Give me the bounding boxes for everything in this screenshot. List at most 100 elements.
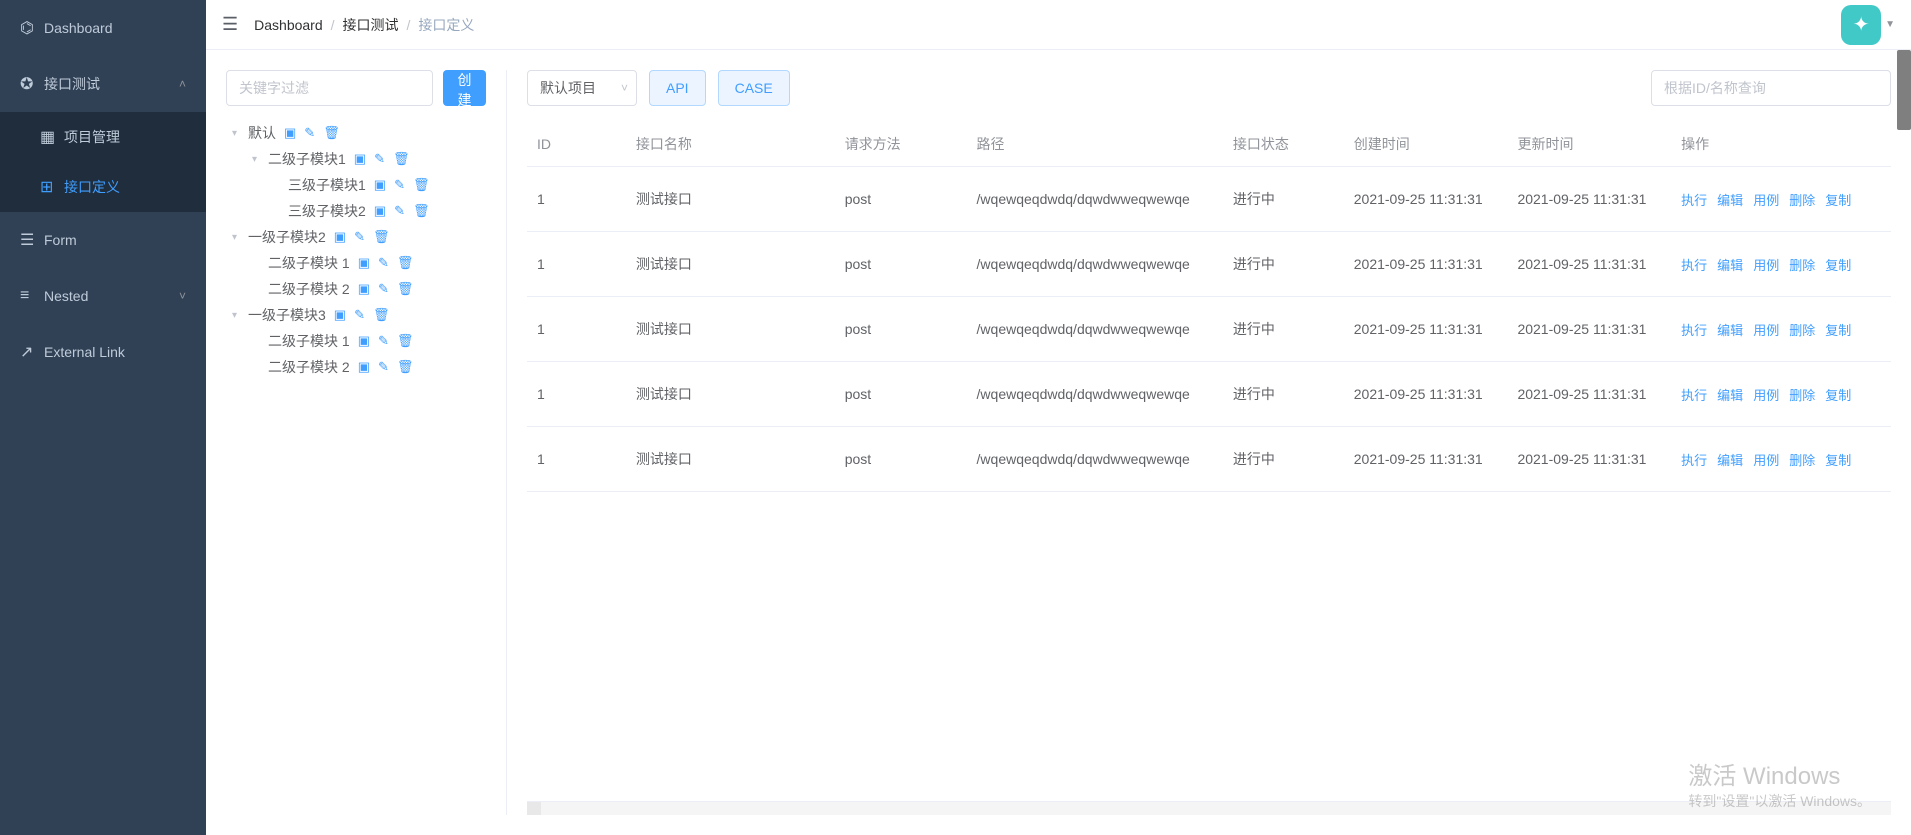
horizontal-scrollbar[interactable] (527, 801, 1891, 815)
sidebar-item-api-define[interactable]: ⊞ 接口定义 (0, 162, 206, 212)
op-复制[interactable]: 复制 (1825, 453, 1851, 468)
tree-edit-icon[interactable]: ✎ (378, 255, 389, 271)
op-复制[interactable]: 复制 (1825, 258, 1851, 273)
op-编辑[interactable]: 编辑 (1717, 453, 1743, 468)
sidebar-item-nested[interactable]: ≡ Nested ˅ (0, 268, 206, 324)
tree-folder-icon[interactable]: ▣ (358, 359, 370, 375)
tree-folder-icon[interactable]: ▣ (334, 229, 346, 245)
op-编辑[interactable]: 编辑 (1717, 258, 1743, 273)
tree-folder-icon[interactable]: ▣ (334, 307, 346, 323)
tree-edit-icon[interactable]: ✎ (378, 333, 389, 349)
tree-node[interactable]: 三级子模块2 ▣ ✎ 🗑 (226, 198, 486, 224)
tree-delete-icon[interactable]: 🗑 (397, 281, 414, 297)
tree-edit-icon[interactable]: ✎ (354, 229, 365, 245)
op-用例[interactable]: 用例 (1753, 258, 1779, 273)
tree-folder-icon[interactable]: ▣ (284, 125, 296, 141)
op-复制[interactable]: 复制 (1825, 388, 1851, 403)
tree-folder-icon[interactable]: ▣ (374, 177, 386, 193)
sidebar-item-form[interactable]: ☰ Form (0, 212, 206, 268)
table-cell: 2021-09-25 11:31:31 (1507, 427, 1671, 492)
op-执行[interactable]: 执行 (1681, 453, 1707, 468)
tree-caret-icon[interactable] (232, 310, 244, 321)
breadcrumb-separator: / (407, 17, 411, 33)
tree-node[interactable]: 二级子模块 2▣✎🗑 (226, 354, 486, 380)
search-input[interactable] (1651, 70, 1891, 106)
project-select[interactable]: 默认项目 ˅ (527, 70, 637, 106)
tree-folder-icon[interactable]: ▣ (374, 203, 386, 219)
tree-node[interactable]: 一级子模块3▣✎🗑 (226, 302, 486, 328)
user-menu[interactable]: ✦ ▼ (1841, 5, 1895, 45)
api-button[interactable]: API (649, 70, 706, 106)
op-用例[interactable]: 用例 (1753, 323, 1779, 338)
sidebar-item-api-test[interactable]: ✪ 接口测试 ˄ (0, 56, 206, 112)
table-wrap[interactable]: ID接口名称请求方法路径接口状态创建时间更新时间操作 1测试接口post/wqe… (527, 122, 1891, 801)
tree-edit-icon[interactable]: ✎ (354, 307, 365, 323)
tree-node[interactable]: 二级子模块 1▣✎🗑 (226, 328, 486, 354)
op-删除[interactable]: 删除 (1789, 323, 1815, 338)
tree-delete-icon[interactable]: 🗑 (413, 203, 430, 219)
tree-folder-icon[interactable]: ▣ (354, 151, 366, 167)
op-执行[interactable]: 执行 (1681, 323, 1707, 338)
op-用例[interactable]: 用例 (1753, 388, 1779, 403)
create-api-button[interactable]: 创建接口 (443, 70, 486, 106)
tree-edit-icon[interactable]: ✎ (394, 177, 405, 193)
page-scrollbar-thumb[interactable] (1897, 50, 1911, 130)
op-用例[interactable]: 用例 (1753, 453, 1779, 468)
op-编辑[interactable]: 编辑 (1717, 193, 1743, 208)
tree-delete-icon[interactable]: 🗑 (397, 359, 414, 375)
tree-delete-icon[interactable]: 🗑 (323, 125, 340, 141)
op-复制[interactable]: 复制 (1825, 323, 1851, 338)
hamburger-icon[interactable]: ☰ (222, 14, 238, 35)
table-cell: 1 (527, 232, 626, 297)
op-编辑[interactable]: 编辑 (1717, 388, 1743, 403)
tree-node-label: 三级子模块2 (288, 201, 366, 221)
breadcrumb-separator: / (331, 17, 335, 33)
tree-node[interactable]: 默认▣✎🗑 (226, 120, 486, 146)
tree-edit-icon[interactable]: ✎ (378, 281, 389, 297)
tree-filter-input[interactable] (226, 70, 433, 106)
op-用例[interactable]: 用例 (1753, 193, 1779, 208)
tree-caret-icon[interactable] (232, 232, 244, 243)
op-执行[interactable]: 执行 (1681, 258, 1707, 273)
op-删除[interactable]: 删除 (1789, 388, 1815, 403)
tree-caret-icon[interactable] (232, 128, 244, 139)
sidebar-item-external-link[interactable]: ↗ External Link (0, 324, 206, 380)
table-header-cell: 操作 (1671, 122, 1891, 167)
tree-folder-icon[interactable]: ▣ (358, 255, 370, 271)
op-复制[interactable]: 复制 (1825, 193, 1851, 208)
tree-node[interactable]: 二级子模块 1▣✎🗑 (226, 250, 486, 276)
tree-delete-icon[interactable]: 🗑 (373, 229, 390, 245)
tree-caret-icon[interactable] (252, 154, 264, 165)
tree-node-actions: ▣ ✎ 🗑 (374, 177, 430, 193)
tree-edit-icon[interactable]: ✎ (304, 125, 315, 141)
tree-edit-icon[interactable]: ✎ (378, 359, 389, 375)
tree-edit-icon[interactable]: ✎ (394, 203, 405, 219)
breadcrumb-item[interactable]: Dashboard (254, 17, 323, 33)
case-button[interactable]: CASE (718, 70, 790, 106)
tree-delete-icon[interactable]: 🗑 (413, 177, 430, 193)
tree-delete-icon[interactable]: 🗑 (373, 307, 390, 323)
tree-node[interactable]: 二级子模块 2▣✎🗑 (226, 276, 486, 302)
sidebar-item-dashboard[interactable]: ⌬ Dashboard (0, 0, 206, 56)
tree-node-actions: ▣ ✎ 🗑 (358, 359, 414, 375)
tree-folder-icon[interactable]: ▣ (358, 333, 370, 349)
sidebar-item-label: 接口测试 (44, 74, 100, 94)
op-删除[interactable]: 删除 (1789, 258, 1815, 273)
op-执行[interactable]: 执行 (1681, 388, 1707, 403)
tree-delete-icon[interactable]: 🗑 (393, 151, 410, 167)
sidebar-item-project-mgmt[interactable]: ▦ 项目管理 (0, 112, 206, 162)
op-删除[interactable]: 删除 (1789, 193, 1815, 208)
tree-delete-icon[interactable]: 🗑 (397, 333, 414, 349)
table-row: 1测试接口post/wqewqeqdwdq/dqwdwweqwewqe进行中20… (527, 297, 1891, 362)
op-删除[interactable]: 删除 (1789, 453, 1815, 468)
tree-node[interactable]: 二级子模块1▣✎🗑 (226, 146, 486, 172)
tree-node[interactable]: 三级子模块1▣✎🗑 (226, 172, 486, 198)
tree-node[interactable]: 一级子模块2▣✎🗑 (226, 224, 486, 250)
breadcrumb-item[interactable]: 接口测试 (343, 15, 399, 35)
scroll-left-button[interactable] (527, 802, 541, 815)
op-执行[interactable]: 执行 (1681, 193, 1707, 208)
tree-folder-icon[interactable]: ▣ (358, 281, 370, 297)
tree-delete-icon[interactable]: 🗑 (397, 255, 414, 271)
tree-edit-icon[interactable]: ✎ (374, 151, 385, 167)
op-编辑[interactable]: 编辑 (1717, 323, 1743, 338)
